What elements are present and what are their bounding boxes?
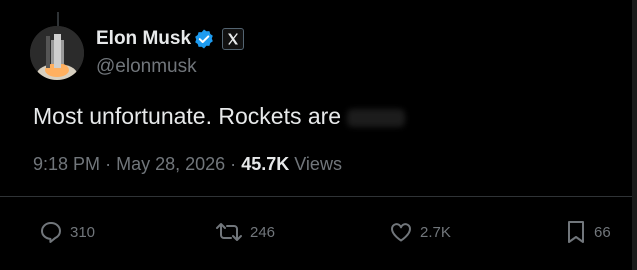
reply-button[interactable]: 310	[38, 218, 95, 246]
like-button[interactable]: 2.7K	[388, 218, 451, 246]
scrollbar[interactable]	[632, 0, 637, 270]
avatar[interactable]	[30, 26, 84, 80]
like-count: 2.7K	[420, 223, 451, 241]
bookmark-icon	[568, 221, 584, 243]
reply-icon	[41, 222, 61, 243]
redacted-text	[347, 108, 406, 127]
tweet-date[interactable]: May 28, 2026	[116, 154, 225, 174]
separator: ·	[105, 154, 112, 174]
verified-badge-icon[interactable]	[193, 28, 215, 50]
repost-count: 246	[250, 223, 276, 241]
views-label: Views	[294, 154, 342, 174]
reply-count: 310	[70, 223, 96, 241]
x-logo-icon[interactable]	[222, 28, 244, 50]
author-handle[interactable]: @elonmusk	[96, 56, 197, 78]
heart-icon	[391, 223, 411, 242]
tweet-time[interactable]: 9:18 PM	[33, 154, 100, 174]
author-name[interactable]: Elon Musk	[96, 28, 191, 50]
separator: ·	[230, 154, 237, 174]
bookmark-button[interactable]: 66	[564, 218, 611, 246]
tweet-text: Most unfortunate. Rockets are	[33, 103, 406, 130]
divider	[0, 196, 637, 197]
repost-icon	[216, 223, 242, 241]
repost-button[interactable]: 246	[214, 218, 275, 246]
bookmark-count: 66	[594, 223, 611, 241]
tweet-text-content: Most unfortunate. Rockets are	[33, 103, 342, 129]
tweet-meta: 9:18 PM · May 28, 2026 · 45.7K Views	[33, 154, 342, 175]
tweet-card: Elon Musk @elonmusk Most unfortunate. Ro…	[0, 0, 637, 270]
views-count[interactable]: 45.7K	[241, 154, 289, 174]
